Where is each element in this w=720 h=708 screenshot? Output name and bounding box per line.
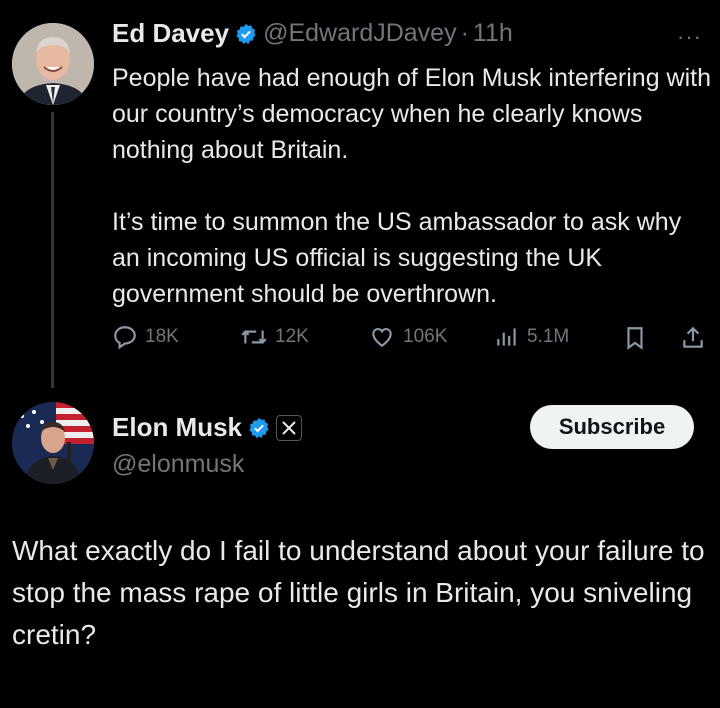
subscribe-button[interactable]: Subscribe [530,405,694,449]
like-button[interactable]: 106K [368,324,447,350]
separator-dot: · [460,19,469,47]
tweet-ed-davey[interactable]: Ed Davey @EdwardJDavey · 11h ··· People … [0,0,720,390]
tweet-header: Elon Musk [112,412,303,443]
reply-icon [114,326,136,350]
more-icon[interactable]: ··· [677,24,702,50]
reply-button[interactable]: 18K [112,324,179,350]
verified-badge-icon [235,23,257,45]
bookmark-icon [627,327,643,350]
avatar-elon-musk[interactable] [12,402,94,484]
avatar-ed-davey[interactable] [12,23,94,105]
thread-line [51,112,54,388]
share-button[interactable] [680,324,713,352]
author-handle[interactable]: @EdwardJDavey [263,19,457,48]
x-logo-icon [276,414,303,441]
views-icon [497,328,516,346]
author-name[interactable]: Ed Davey [112,18,229,49]
action-bar: 18K 12K 106K 5.1M [112,324,712,358]
repost-count: 12K [275,326,309,347]
tweet-text: People have had enough of Elon Musk inte… [112,60,712,348]
author-handle[interactable]: @elonmusk [112,450,244,479]
verified-badge-icon [248,417,270,439]
repost-icon [241,330,267,344]
author-name[interactable]: Elon Musk [112,412,242,443]
repost-button[interactable]: 12K [240,324,309,350]
tweet-text: What exactly do I fail to understand abo… [12,535,705,650]
timestamp[interactable]: 11h [473,19,513,48]
views-count: 5.1M [527,326,570,347]
tweet-paragraph-1: People have had enough of Elon Musk inte… [112,64,711,164]
tweet-elon-musk[interactable]: Elon Musk @elonmusk Subscribe What exact… [0,390,720,708]
tweet-header: Ed Davey @EdwardJDavey · 11h [112,18,513,49]
reply-count: 18K [145,326,179,347]
views-button[interactable]: 5.1M [494,324,569,350]
like-count: 106K [403,326,448,347]
bookmark-button[interactable] [622,324,655,352]
share-icon [683,326,703,348]
like-icon [372,328,392,347]
tweet-paragraph-2: It’s time to summon the US ambassador to… [112,208,682,308]
